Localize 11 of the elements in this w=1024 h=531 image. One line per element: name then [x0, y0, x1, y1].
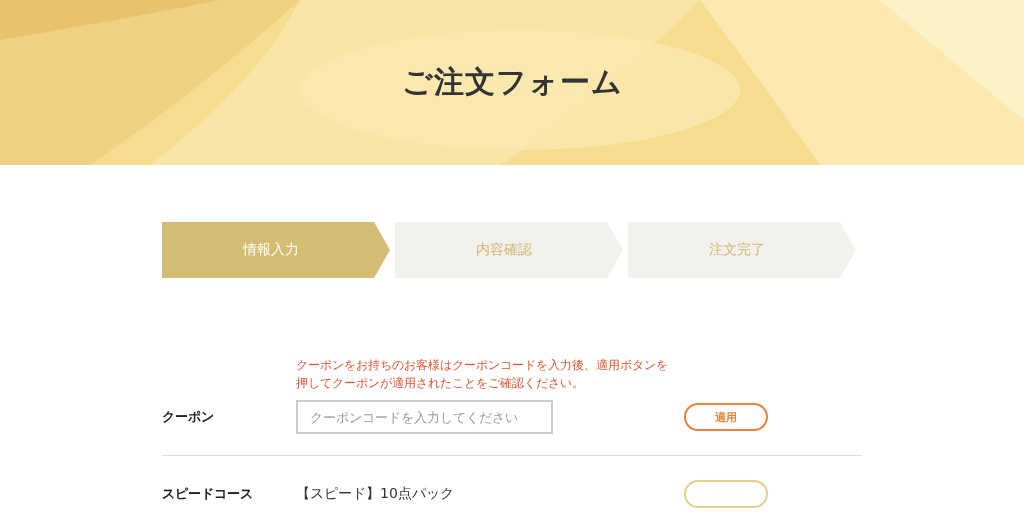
apply-button[interactable]: 適用 — [684, 403, 768, 431]
progress-step: 情報入力 — [162, 222, 390, 278]
page-title: ご注文フォーム — [401, 63, 623, 101]
coupon-input-field[interactable]: クーポンコードを入力してください — [296, 400, 553, 434]
progress-step: 注文完了 — [628, 222, 856, 278]
speed-course-label: スピードコース — [162, 485, 254, 503]
speed-course-value: 【スピード】10点パック — [296, 485, 455, 503]
coupon-label: クーポン — [162, 408, 215, 426]
change-button[interactable] — [684, 480, 768, 508]
progress-step: 内容確認 — [395, 222, 623, 278]
coupon-note: クーポンをお持ちのお客様はクーポンコードを入力後、適用ボタンを押してクーポンが適用されたことをご確認ください。 — [296, 357, 669, 392]
